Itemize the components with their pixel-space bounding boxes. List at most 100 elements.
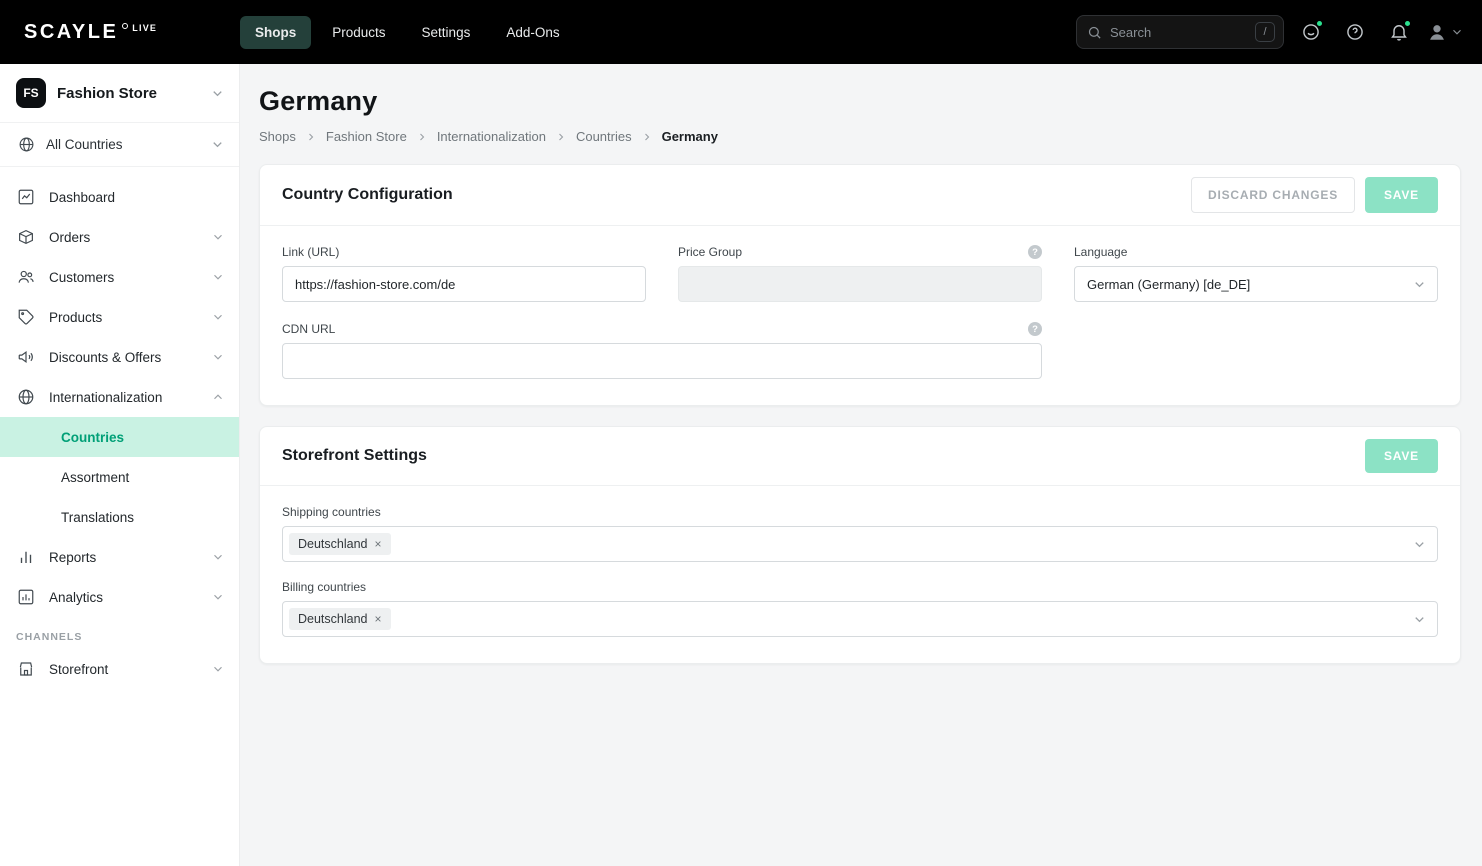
logo-wordmark: SCAYLE [24,21,119,43]
chevron-right-icon [555,131,567,143]
top-navigation: Shops Products Settings Add-Ons [240,15,575,49]
sidebar-item-assortment[interactable]: Assortment [0,457,239,497]
card-header: Storefront Settings SAVE [260,427,1460,486]
bar-chart-icon [17,548,35,566]
chevron-right-icon [641,131,653,143]
billing-countries-select[interactable]: Deutschland × [282,601,1438,637]
breadcrumb-countries[interactable]: Countries [576,129,632,144]
link-url-field-group: Link (URL) [282,245,646,302]
chevron-down-icon [1412,537,1427,552]
help-icon[interactable]: ? [1028,245,1042,259]
topnav-settings[interactable]: Settings [407,16,486,49]
card-actions: DISCARD CHANGES SAVE [1190,177,1438,213]
bell-notification-dot [1404,20,1411,27]
sidebar-nav: Dashboard Orders Customers Products Disc… [0,167,239,689]
search-box[interactable]: / [1076,15,1284,49]
sidebar-item-products[interactable]: Products [0,297,239,337]
sidebar-item-customers[interactable]: Customers [0,257,239,297]
search-input[interactable] [1110,24,1247,40]
sidebar-item-countries[interactable]: Countries [0,417,239,457]
chevron-down-icon [211,230,225,244]
shipping-countries-field-group: Shipping countries Deutschland × [282,505,1438,562]
analytics-icon [17,588,35,606]
channels-section-label: CHANNELS [16,631,83,643]
country-scope-selector[interactable]: All Countries [0,123,239,167]
card-body: Link (URL) Price Group ? Language [260,226,1460,405]
chevron-down-icon [211,310,225,324]
sidebar-item-label: Products [49,309,103,325]
cdn-url-input[interactable] [282,343,1042,379]
save-button[interactable]: SAVE [1365,439,1438,473]
language-select[interactable]: German (Germany) [de_DE] [1074,266,1438,302]
megaphone-icon [17,348,35,366]
save-button[interactable]: SAVE [1365,177,1438,213]
sidebar-item-label: Discounts & Offers [49,349,162,365]
search-icon [1087,25,1102,40]
language-label: Language [1074,245,1128,259]
billing-countries-label: Billing countries [282,580,367,594]
sidebar-item-label: Dashboard [49,189,116,205]
help-icon[interactable]: ? [1028,322,1042,336]
chevron-down-icon [211,350,225,364]
price-group-label: Price Group [678,245,743,259]
remove-chip-icon[interactable]: × [375,613,382,625]
sidebar-item-storefront[interactable]: Storefront [0,649,239,689]
sidebar-item-label: Reports [49,549,97,565]
topnav-shops[interactable]: Shops [240,15,312,49]
cdn-url-field-group: CDN URL ? [282,322,1042,379]
system-status-icon[interactable] [1294,15,1328,49]
chevron-down-icon [211,590,225,604]
shipping-countries-select[interactable]: Deutschland × [282,526,1438,562]
sidebar-item-reports[interactable]: Reports [0,537,239,577]
card-header: Country Configuration DISCARD CHANGES SA… [260,165,1460,226]
chevron-down-icon [211,662,225,676]
price-group-field-group: Price Group ? [678,245,1042,302]
topbar: SCAYLE LIVE Shops Products Settings Add-… [0,0,1482,64]
main-content: Germany Shops Fashion Store Internationa… [240,64,1482,866]
country-scope-label: All Countries [46,137,123,152]
billing-countries-field-group: Billing countries Deutschland × [282,580,1438,637]
sidebar-item-translations[interactable]: Translations [0,497,239,537]
chevron-down-icon [1412,612,1427,627]
card-title: Country Configuration [282,186,453,203]
country-configuration-card: Country Configuration DISCARD CHANGES SA… [259,164,1461,406]
chevron-down-icon [210,86,225,101]
remove-chip-icon[interactable]: × [375,538,382,550]
search-shortcut-badge: / [1255,22,1275,42]
link-url-input[interactable] [282,266,646,302]
notifications-bell-icon[interactable] [1382,15,1416,49]
chevron-down-icon [210,137,225,152]
user-menu[interactable] [1426,21,1464,43]
country-chip: Deutschland × [289,608,391,630]
status-notification-dot [1316,20,1323,27]
shop-initials-badge: FS [16,78,46,108]
dashboard-icon [17,188,35,206]
card-actions: SAVE [1365,439,1438,473]
topnav-addons[interactable]: Add-Ons [491,16,574,49]
sidebar-item-discounts[interactable]: Discounts & Offers [0,337,239,377]
card-body: Shipping countries Deutschland × Billing… [260,486,1460,663]
chevron-right-icon [416,131,428,143]
chevron-up-icon [211,390,225,404]
sidebar-item-internationalization[interactable]: Internationalization [0,377,239,417]
shop-name: Fashion Store [57,84,158,102]
discard-changes-button[interactable]: DISCARD CHANGES [1190,177,1355,213]
sidebar-item-orders[interactable]: Orders [0,217,239,257]
sidebar-item-analytics[interactable]: Analytics [0,577,239,617]
breadcrumb-fashion-store[interactable]: Fashion Store [326,129,407,144]
avatar [1426,21,1448,43]
shop-selector[interactable]: FS Fashion Store [0,64,239,123]
card-title: Storefront Settings [282,447,427,464]
products-tag-icon [17,308,35,326]
topnav-products[interactable]: Products [317,16,400,49]
country-chip: Deutschland × [289,533,391,555]
breadcrumb-shops[interactable]: Shops [259,129,296,144]
chevron-right-icon [305,131,317,143]
shipping-countries-label: Shipping countries [282,505,381,519]
help-icon[interactable] [1338,15,1372,49]
sidebar-item-label: Analytics [49,589,104,605]
storefront-icon [17,660,35,678]
breadcrumb-current: Germany [661,129,718,144]
breadcrumb-internationalization[interactable]: Internationalization [437,129,546,144]
sidebar-item-dashboard[interactable]: Dashboard [0,177,239,217]
